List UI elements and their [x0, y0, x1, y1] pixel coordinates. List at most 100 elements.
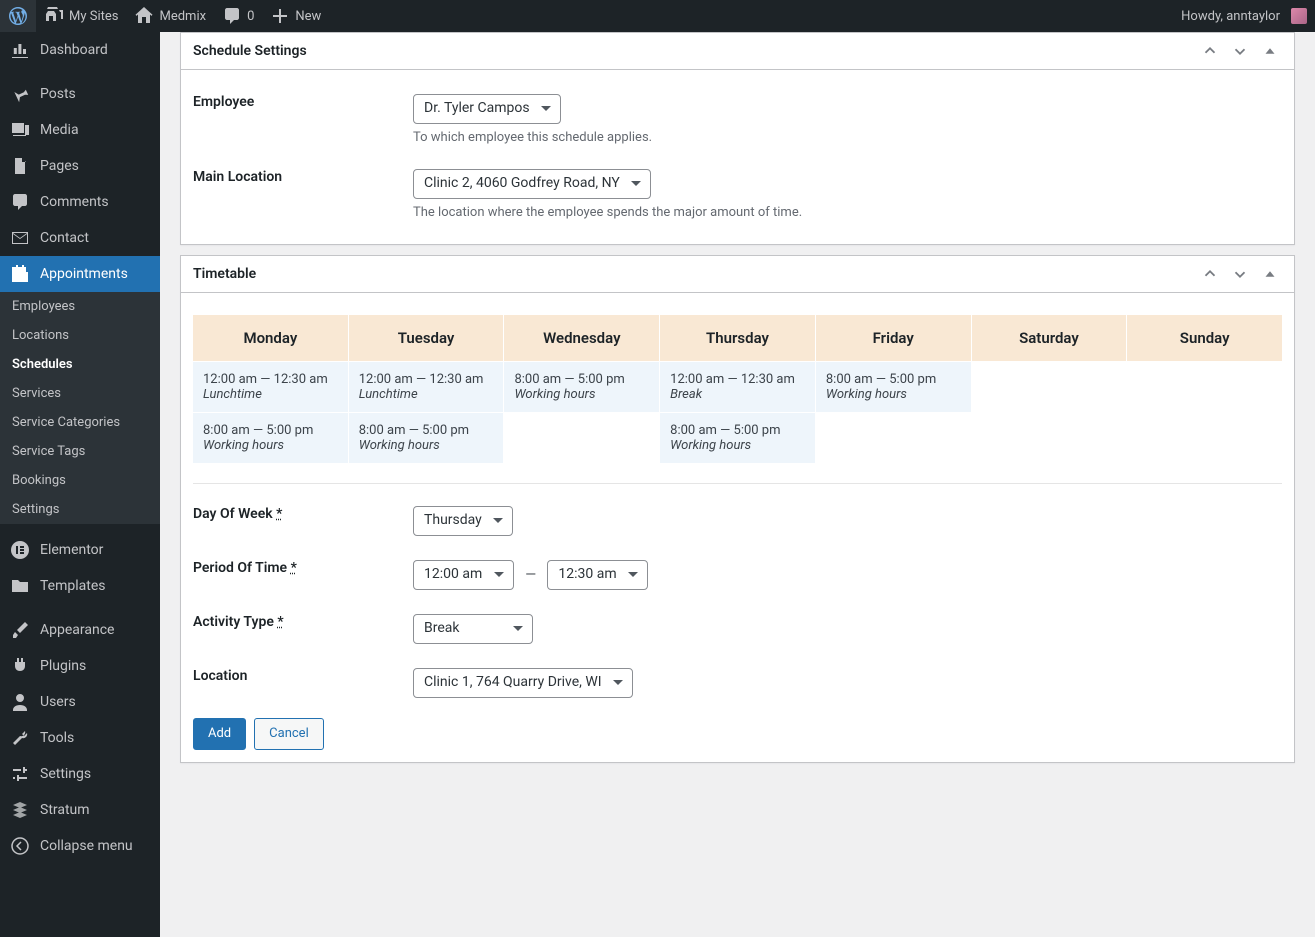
slot-location-label: Location — [193, 668, 413, 698]
chevron-up-icon — [1201, 42, 1219, 60]
day-header: Friday — [816, 315, 971, 361]
schedule-settings-title: Schedule Settings — [193, 33, 307, 69]
menu-users[interactable]: Users — [0, 684, 160, 720]
period-to-select[interactable]: 12:30 am — [547, 560, 648, 590]
timetable-slot[interactable]: 8:00 am — 5:00 pmWorking hours — [816, 362, 971, 412]
site-link[interactable]: Medmix — [126, 0, 214, 32]
period-from-select[interactable]: 12:00 am — [413, 560, 514, 590]
submenu-employees[interactable]: Employees — [0, 292, 160, 321]
chevron-up-icon — [1201, 265, 1219, 283]
add-button[interactable]: Add — [193, 718, 246, 750]
site-name: Medmix — [159, 9, 206, 24]
admin-bar: My Sites Medmix 0 New Howdy, anntaylor — [0, 0, 1315, 32]
timetable-slot[interactable]: 8:00 am — 5:00 pmWorking hours — [349, 413, 504, 463]
menu-pages[interactable]: Pages — [0, 148, 160, 184]
my-sites-label: My Sites — [69, 9, 118, 24]
new-label: New — [295, 9, 321, 24]
user-icon — [10, 692, 30, 712]
collapse-menu[interactable]: Collapse menu — [0, 828, 160, 864]
menu-appearance[interactable]: Appearance — [0, 612, 160, 648]
menu-templates[interactable]: Templates — [0, 568, 160, 604]
menu-plugins[interactable]: Plugins — [0, 648, 160, 684]
home-icon — [134, 6, 154, 26]
schedule-settings-panel: Schedule Settings Employee Dr. Tyler Cam… — [180, 32, 1295, 245]
activity-select[interactable]: Break — [413, 614, 533, 644]
menu-stratum[interactable]: Stratum — [0, 792, 160, 828]
toggle-panel-button[interactable] — [1258, 262, 1282, 286]
toggle-panel-button[interactable] — [1258, 39, 1282, 63]
howdy-link[interactable]: Howdy, anntaylor — [1173, 0, 1315, 32]
main-content: Schedule Settings Employee Dr. Tyler Cam… — [160, 32, 1315, 803]
page-icon — [10, 156, 30, 176]
cancel-button[interactable]: Cancel — [254, 718, 324, 750]
activity-label: Activity Type * — [193, 614, 413, 644]
my-sites-link[interactable]: My Sites — [36, 0, 126, 32]
mail-icon — [10, 228, 30, 248]
sliders-icon — [10, 764, 30, 784]
new-link[interactable]: New — [262, 0, 329, 32]
admin-sidebar: Dashboard Posts Media Pages Comments Con… — [0, 32, 160, 937]
main-location-label: Main Location — [193, 169, 413, 220]
timetable-slot[interactable]: 8:00 am — 5:00 pmWorking hours — [504, 362, 659, 412]
menu-tools[interactable]: Tools — [0, 720, 160, 756]
move-up-button[interactable] — [1198, 39, 1222, 63]
pin-icon — [10, 84, 30, 104]
menu-posts[interactable]: Posts — [0, 76, 160, 112]
employee-select[interactable]: Dr. Tyler Campos — [413, 94, 561, 124]
timetable-slot[interactable]: 12:00 am — 12:30 amLunchtime — [193, 362, 348, 412]
folder-icon — [10, 576, 30, 596]
stratum-icon — [10, 800, 30, 820]
menu-appointments[interactable]: Appointments — [0, 256, 160, 292]
day-header: Sunday — [1127, 315, 1282, 361]
chevron-down-icon — [1231, 42, 1249, 60]
dow-select[interactable]: Thursday — [413, 506, 513, 536]
plus-icon — [270, 6, 290, 26]
dow-label: Day Of Week * — [193, 506, 413, 536]
timetable-panel: Timetable Monday 12:00 am — 12:30 amLunc… — [180, 255, 1295, 763]
timetable-slot[interactable]: 8:00 am — 5:00 pmWorking hours — [660, 413, 815, 463]
day-header: Wednesday — [504, 315, 659, 361]
main-location-select[interactable]: Clinic 2, 4060 Godfrey Road, NY — [413, 169, 651, 199]
dashboard-icon — [10, 40, 30, 60]
timetable-slot[interactable]: 8:00 am — 5:00 pmWorking hours — [193, 413, 348, 463]
timetable-col-wed: Wednesday 8:00 am — 5:00 pmWorking hours — [504, 315, 659, 463]
move-down-button[interactable] — [1228, 262, 1252, 286]
menu-elementor[interactable]: Elementor — [0, 532, 160, 568]
submenu-service-tags[interactable]: Service Tags — [0, 437, 160, 466]
slot-location-select[interactable]: Clinic 1, 764 Quarry Drive, WI — [413, 668, 633, 698]
timetable-slot[interactable]: 12:00 am — 12:30 amLunchtime — [349, 362, 504, 412]
menu-contact[interactable]: Contact — [0, 220, 160, 256]
submenu-bookings[interactable]: Bookings — [0, 466, 160, 495]
timetable-col-thu: Thursday 12:00 am — 12:30 amBreak 8:00 a… — [660, 315, 815, 463]
timetable-col-fri: Friday 8:00 am — 5:00 pmWorking hours — [816, 315, 971, 463]
move-down-button[interactable] — [1228, 39, 1252, 63]
timetable-col-mon: Monday 12:00 am — 12:30 amLunchtime 8:00… — [193, 315, 348, 463]
timetable-grid: Monday 12:00 am — 12:30 amLunchtime 8:00… — [193, 315, 1282, 463]
move-up-button[interactable] — [1198, 262, 1222, 286]
media-icon — [10, 120, 30, 140]
howdy-text: Howdy, anntaylor — [1181, 9, 1280, 24]
plug-icon — [10, 656, 30, 676]
home-multi-icon — [44, 6, 64, 26]
submenu-locations[interactable]: Locations — [0, 321, 160, 350]
brush-icon — [10, 620, 30, 640]
menu-media[interactable]: Media — [0, 112, 160, 148]
collapse-icon — [10, 836, 30, 856]
timetable-slot[interactable]: 12:00 am — 12:30 amBreak — [660, 362, 815, 412]
period-separator: — — [517, 567, 544, 583]
comments-icon — [10, 192, 30, 212]
chevron-down-icon — [1231, 265, 1249, 283]
submenu-settings[interactable]: Settings — [0, 495, 160, 524]
day-header: Monday — [193, 315, 348, 361]
employee-desc: To which employee this schedule applies. — [413, 130, 1282, 145]
wp-logo[interactable] — [0, 0, 36, 32]
day-header: Tuesday — [349, 315, 504, 361]
main-location-desc: The location where the employee spends t… — [413, 205, 1282, 220]
menu-comments[interactable]: Comments — [0, 184, 160, 220]
submenu-schedules[interactable]: Schedules — [0, 350, 160, 379]
comments-link[interactable]: 0 — [214, 0, 262, 32]
menu-settings[interactable]: Settings — [0, 756, 160, 792]
menu-dashboard[interactable]: Dashboard — [0, 32, 160, 68]
submenu-services[interactable]: Services — [0, 379, 160, 408]
submenu-service-categories[interactable]: Service Categories — [0, 408, 160, 437]
